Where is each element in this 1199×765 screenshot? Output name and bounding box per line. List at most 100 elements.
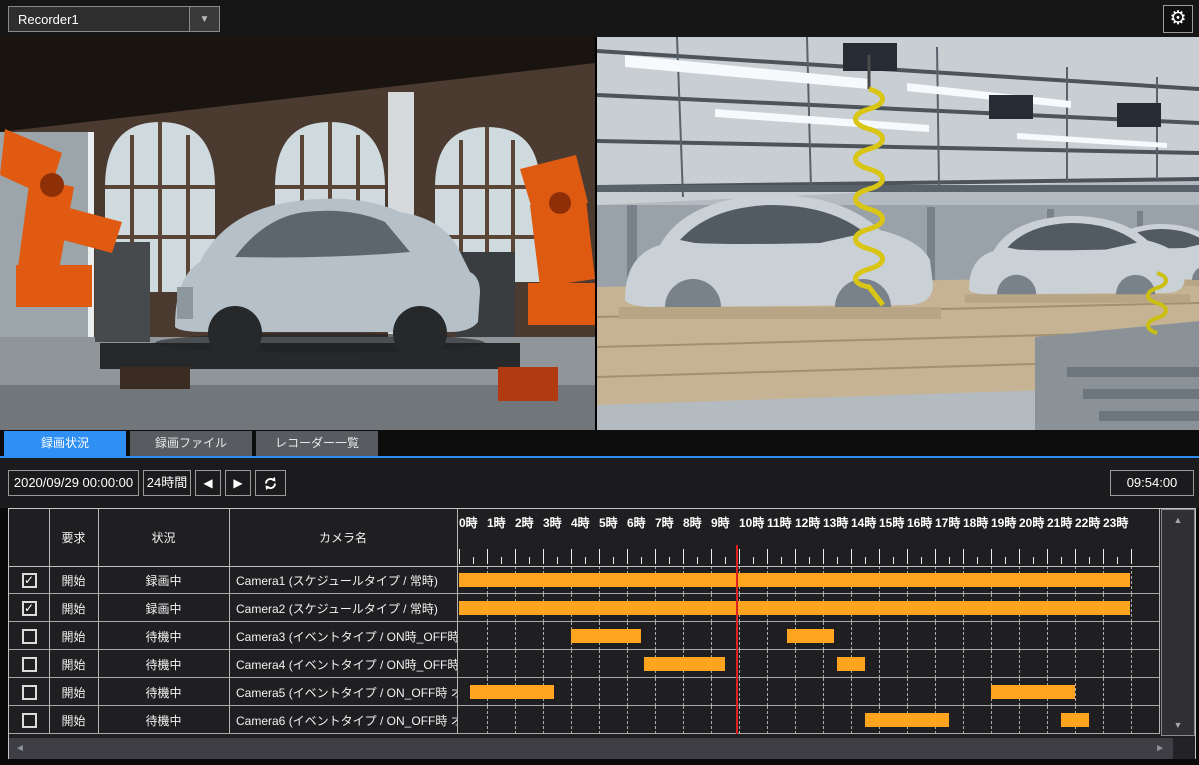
row-timeline bbox=[457, 622, 1159, 650]
recorder-app-window: Recorder1 ▼ ⚙ bbox=[0, 0, 1199, 765]
hour-label: 5時 bbox=[599, 514, 618, 531]
table-row[interactable]: 開始待機中Camera3 (イベントタイプ / ON時_OFF時 bbox=[9, 622, 1159, 650]
camera-feed-1[interactable] bbox=[0, 37, 595, 430]
hour-label: 11時 bbox=[767, 514, 792, 531]
recorder-select-value: Recorder1 bbox=[9, 12, 189, 27]
date-display[interactable]: 2020/09/29 00:00:00 bbox=[8, 470, 139, 496]
settings-button[interactable]: ⚙ bbox=[1163, 5, 1193, 33]
hour-label: 0時 bbox=[459, 514, 478, 531]
row-checkbox[interactable]: ✓ bbox=[22, 601, 37, 616]
current-time-display: 09:54:00 bbox=[1110, 470, 1194, 496]
cell-status: 待機中 bbox=[98, 706, 229, 734]
hour-label: 10時 bbox=[739, 514, 764, 531]
recording-bar bbox=[991, 685, 1075, 699]
prev-day-button[interactable]: ◀ bbox=[195, 470, 221, 496]
column-header-request: 要求 bbox=[49, 509, 98, 566]
tab-recording-status[interactable]: 録画状況 bbox=[4, 431, 126, 456]
tab-recorder-list[interactable]: レコーダー一覧 bbox=[256, 431, 378, 456]
table-row[interactable]: 開始待機中Camera6 (イベントタイプ / ON_OFF時 オ bbox=[9, 706, 1159, 734]
hour-label: 8時 bbox=[683, 514, 702, 531]
table-row[interactable]: ✓開始録画中Camera2 (スケジュールタイプ / 常時) bbox=[9, 594, 1159, 622]
hour-label: 13時 bbox=[823, 514, 848, 531]
column-header-checkbox bbox=[9, 509, 49, 566]
hour-label: 16時 bbox=[907, 514, 932, 531]
cell-camera-name: Camera1 (スケジュールタイプ / 常時) bbox=[229, 566, 457, 594]
row-timeline bbox=[457, 650, 1159, 678]
column-header-status: 状況 bbox=[98, 509, 229, 566]
tab-bar: 録画状況録画ファイルレコーダー一覧 Live ✕ ▼ ▲ bbox=[0, 430, 1199, 458]
hour-label: 3時 bbox=[543, 514, 562, 531]
horizontal-scrollbar[interactable]: ◄ ► bbox=[9, 738, 1173, 759]
chevron-down-icon: ▼ bbox=[189, 7, 219, 31]
row-timeline bbox=[457, 706, 1159, 734]
cell-request: 開始 bbox=[49, 622, 98, 650]
hour-label: 6時 bbox=[627, 514, 646, 531]
range-24h-button[interactable]: 24時間 bbox=[143, 470, 191, 496]
recording-bar bbox=[1061, 713, 1089, 727]
timeline-toolbar: 2020/09/29 00:00:00 24時間 ◀ ▶ 09:54:00 bbox=[0, 458, 1199, 508]
row-checkbox[interactable]: ✓ bbox=[22, 573, 37, 588]
top-bar: Recorder1 ▼ ⚙ bbox=[0, 0, 1199, 37]
cell-request: 開始 bbox=[49, 678, 98, 706]
camera-feed-2[interactable] bbox=[597, 37, 1199, 430]
hour-label: 14時 bbox=[851, 514, 876, 531]
cell-camera-name: Camera3 (イベントタイプ / ON時_OFF時 bbox=[229, 622, 457, 650]
cell-camera-name: Camera4 (イベントタイプ / ON時_OFF時 bbox=[229, 650, 457, 678]
recording-bar bbox=[865, 713, 949, 727]
recording-bar bbox=[459, 601, 1130, 615]
row-checkbox[interactable] bbox=[22, 629, 37, 644]
playhead bbox=[736, 545, 738, 734]
hour-label: 1時 bbox=[487, 514, 506, 531]
row-timeline bbox=[457, 678, 1159, 706]
hour-label: 15時 bbox=[879, 514, 904, 531]
recording-bar bbox=[644, 657, 725, 671]
cell-request: 開始 bbox=[49, 650, 98, 678]
gear-icon: ⚙ bbox=[1169, 8, 1186, 29]
hour-label: 18時 bbox=[963, 514, 988, 531]
recording-bar bbox=[470, 685, 554, 699]
row-checkbox[interactable] bbox=[22, 713, 37, 728]
cell-request: 開始 bbox=[49, 706, 98, 734]
cell-status: 待機中 bbox=[98, 650, 229, 678]
video-area bbox=[0, 37, 1199, 430]
camera-feed-1-image bbox=[0, 37, 595, 430]
hour-label: 7時 bbox=[655, 514, 674, 531]
recording-status-table: 要求 状況 カメラ名 0時1時2時3時4時5時6時7時8時9時10時11時12時… bbox=[8, 508, 1196, 759]
camera-feed-2-image bbox=[597, 37, 1199, 430]
row-checkbox[interactable] bbox=[22, 657, 37, 672]
hour-label: 2時 bbox=[515, 514, 534, 531]
cell-request: 開始 bbox=[49, 566, 98, 594]
hour-label: 21時 bbox=[1047, 514, 1072, 531]
row-timeline bbox=[457, 594, 1159, 622]
cell-camera-name: Camera2 (スケジュールタイプ / 常時) bbox=[229, 594, 457, 622]
scroll-down-icon[interactable]: ▼ bbox=[1162, 717, 1194, 733]
recorder-select[interactable]: Recorder1 ▼ bbox=[8, 6, 220, 32]
next-day-button[interactable]: ▶ bbox=[225, 470, 251, 496]
scroll-up-icon[interactable]: ▲ bbox=[1162, 512, 1194, 528]
cell-status: 待機中 bbox=[98, 678, 229, 706]
recording-bar bbox=[787, 629, 835, 643]
scroll-right-icon[interactable]: ► bbox=[1155, 738, 1165, 759]
table-row[interactable]: ✓ 開始録画中Camera1 (スケジュールタイプ / 常時) bbox=[9, 566, 1159, 594]
hour-label: 19時 bbox=[991, 514, 1016, 531]
table-row[interactable]: 開始待機中Camera5 (イベントタイプ / ON_OFF時 オ bbox=[9, 678, 1159, 706]
hour-label: 9時 bbox=[711, 514, 730, 531]
scrollbar-corner bbox=[1173, 738, 1195, 759]
cell-camera-name: Camera5 (イベントタイプ / ON_OFF時 オ bbox=[229, 678, 457, 706]
scroll-left-icon[interactable]: ◄ bbox=[15, 738, 25, 759]
hour-label: 20時 bbox=[1019, 514, 1044, 531]
row-checkbox[interactable] bbox=[22, 685, 37, 700]
cell-status: 録画中 bbox=[98, 566, 229, 594]
vertical-scrollbar[interactable]: ▲ ▼ bbox=[1161, 509, 1195, 736]
tabs: 録画状況録画ファイルレコーダー一覧 bbox=[4, 431, 378, 456]
recording-bar bbox=[459, 573, 1130, 587]
hour-label: 4時 bbox=[571, 514, 590, 531]
recording-bar bbox=[571, 629, 641, 643]
timeline-header[interactable]: 0時1時2時3時4時5時6時7時8時9時10時11時12時13時14時15時16… bbox=[457, 509, 1159, 566]
refresh-button[interactable] bbox=[255, 470, 286, 496]
table-row[interactable]: 開始待機中Camera4 (イベントタイプ / ON時_OFF時 bbox=[9, 650, 1159, 678]
hour-label: 17時 bbox=[935, 514, 960, 531]
hour-label: 22時 bbox=[1075, 514, 1100, 531]
cell-status: 録画中 bbox=[98, 594, 229, 622]
tab-recording-files[interactable]: 録画ファイル bbox=[130, 431, 252, 456]
